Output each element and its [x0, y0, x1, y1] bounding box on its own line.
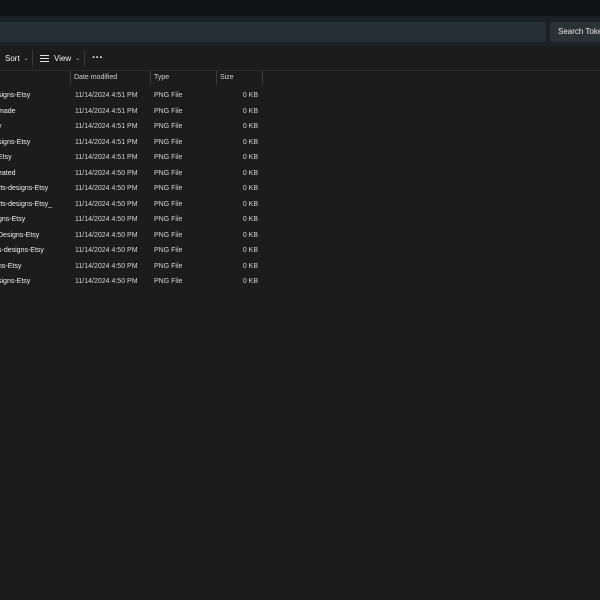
file-size: 0 KB — [242, 216, 258, 223]
file-name: Designs-Etsy — [0, 231, 40, 239]
column-header-date[interactable]: Date modified — [74, 71, 117, 85]
view-list-icon — [40, 54, 49, 62]
more-options-icon[interactable]: ··· — [92, 50, 103, 66]
file-type: PNG File — [154, 92, 183, 99]
file-date: 11/14/2024 4:50 PM — [75, 169, 138, 177]
file-type: PNG File — [154, 154, 183, 161]
file-type: PNG File — [154, 185, 183, 192]
file-list: signs-Etsy 11/14/2024 4:51 PM PNG File 0… — [0, 88, 600, 290]
file-date: 11/14/2024 4:50 PM — [75, 262, 138, 270]
file-date: 11/14/2024 4:50 PM — [75, 216, 138, 223]
file-name: gns-Etsy — [0, 216, 26, 223]
file-row[interactable]: signs-Etsy 11/14/2024 4:50 PM PNG File 0… — [0, 274, 600, 290]
file-type: PNG File — [154, 278, 183, 285]
address-bar-row: Search Tokens — [0, 16, 600, 46]
file-row[interactable]: ns-Etsy 11/14/2024 4:50 PM PNG File 0 KB — [0, 259, 600, 275]
file-row[interactable]: y 11/14/2024 4:51 PM PNG File 0 KB — [0, 119, 600, 135]
file-type: PNG File — [154, 169, 183, 177]
file-row[interactable]: s-designs-Etsy 11/14/2024 4:50 PM PNG Fi… — [0, 243, 600, 259]
column-header-type[interactable]: Type — [154, 71, 169, 85]
file-date: 11/14/2024 4:50 PM — [75, 200, 138, 208]
file-row[interactable]: gns-Etsy 11/14/2024 4:50 PM PNG File 0 K… — [0, 212, 600, 228]
file-row[interactable]: Etsy 11/14/2024 4:51 PM PNG File 0 KB — [0, 150, 600, 166]
file-date: 11/14/2024 4:51 PM — [75, 138, 138, 146]
file-size: 0 KB — [242, 231, 258, 239]
file-name: Etsy — [0, 154, 12, 161]
file-date: 11/14/2024 4:51 PM — [75, 107, 138, 115]
file-type: PNG File — [154, 216, 183, 223]
chevron-down-icon: ⌄ — [75, 55, 81, 62]
file-date: 11/14/2024 4:50 PM — [75, 231, 138, 239]
file-row[interactable]: rts-designs-Etsy 11/14/2024 4:50 PM PNG … — [0, 181, 600, 197]
file-name: ns-Etsy — [0, 262, 22, 270]
file-type: PNG File — [154, 247, 183, 254]
column-header-row: Date modified Type Size — [0, 71, 600, 85]
column-divider[interactable] — [216, 71, 217, 85]
file-date: 11/14/2024 4:51 PM — [75, 92, 138, 99]
file-row[interactable]: signs-Etsy 11/14/2024 4:51 PM PNG File 0… — [0, 88, 600, 104]
file-row[interactable]: rts-designs-Etsy_ 11/14/2024 4:50 PM PNG… — [0, 197, 600, 213]
toolbar-divider — [32, 50, 33, 66]
file-name: rts-designs-Etsy — [0, 185, 49, 192]
toolbar-divider — [84, 50, 85, 66]
file-date: 11/14/2024 4:50 PM — [75, 278, 138, 285]
file-name: signs-Etsy — [0, 138, 31, 146]
file-date: 11/14/2024 4:50 PM — [75, 185, 138, 192]
view-label: View — [54, 53, 72, 63]
column-divider[interactable] — [70, 71, 71, 85]
file-name: signs-Etsy — [0, 278, 31, 285]
column-header-size[interactable]: Size — [220, 71, 234, 85]
file-size: 0 KB — [242, 92, 258, 99]
file-name: signs-Etsy — [0, 92, 31, 99]
command-bar: Sort ⌄ View ⌄ ··· — [0, 46, 600, 71]
address-bar[interactable] — [0, 22, 546, 42]
file-date: 11/14/2024 4:50 PM — [75, 247, 138, 254]
file-name: made — [0, 107, 16, 115]
file-row[interactable]: eated 11/14/2024 4:50 PM PNG File 0 KB — [0, 166, 600, 182]
file-type: PNG File — [154, 262, 183, 270]
file-type: PNG File — [154, 231, 183, 239]
file-date: 11/14/2024 4:51 PM — [75, 123, 138, 130]
file-size: 0 KB — [242, 247, 258, 254]
file-size: 0 KB — [242, 185, 258, 192]
window-titlebar — [0, 0, 600, 16]
file-size: 0 KB — [242, 123, 258, 130]
file-type: PNG File — [154, 138, 183, 146]
file-name: rts-designs-Etsy_ — [0, 200, 53, 208]
file-date: 11/14/2024 4:51 PM — [75, 154, 138, 161]
file-row[interactable]: made 11/14/2024 4:51 PM PNG File 0 KB — [0, 104, 600, 120]
file-name: eated — [0, 169, 16, 177]
file-size: 0 KB — [242, 262, 258, 270]
file-type: PNG File — [154, 123, 183, 130]
search-input[interactable]: Search Tokens — [550, 22, 600, 42]
file-row[interactable]: signs-Etsy 11/14/2024 4:51 PM PNG File 0… — [0, 135, 600, 151]
file-type: PNG File — [154, 107, 183, 115]
file-name: y — [0, 119, 66, 135]
file-type: PNG File — [154, 200, 183, 208]
file-size: 0 KB — [242, 138, 258, 146]
column-divider[interactable] — [262, 71, 263, 85]
sort-label: Sort — [5, 53, 20, 63]
file-name: s-designs-Etsy — [0, 247, 44, 254]
file-size: 0 KB — [242, 200, 258, 208]
file-size: 0 KB — [242, 169, 258, 177]
file-size: 0 KB — [242, 154, 258, 161]
file-size: 0 KB — [242, 107, 258, 115]
chevron-down-icon: ⌄ — [23, 55, 29, 62]
file-size: 0 KB — [242, 278, 258, 285]
file-row[interactable]: Designs-Etsy 11/14/2024 4:50 PM PNG File… — [0, 228, 600, 244]
column-divider[interactable] — [150, 71, 151, 85]
view-button[interactable]: View ⌄ — [40, 50, 80, 66]
sort-button[interactable]: Sort ⌄ — [5, 50, 29, 66]
